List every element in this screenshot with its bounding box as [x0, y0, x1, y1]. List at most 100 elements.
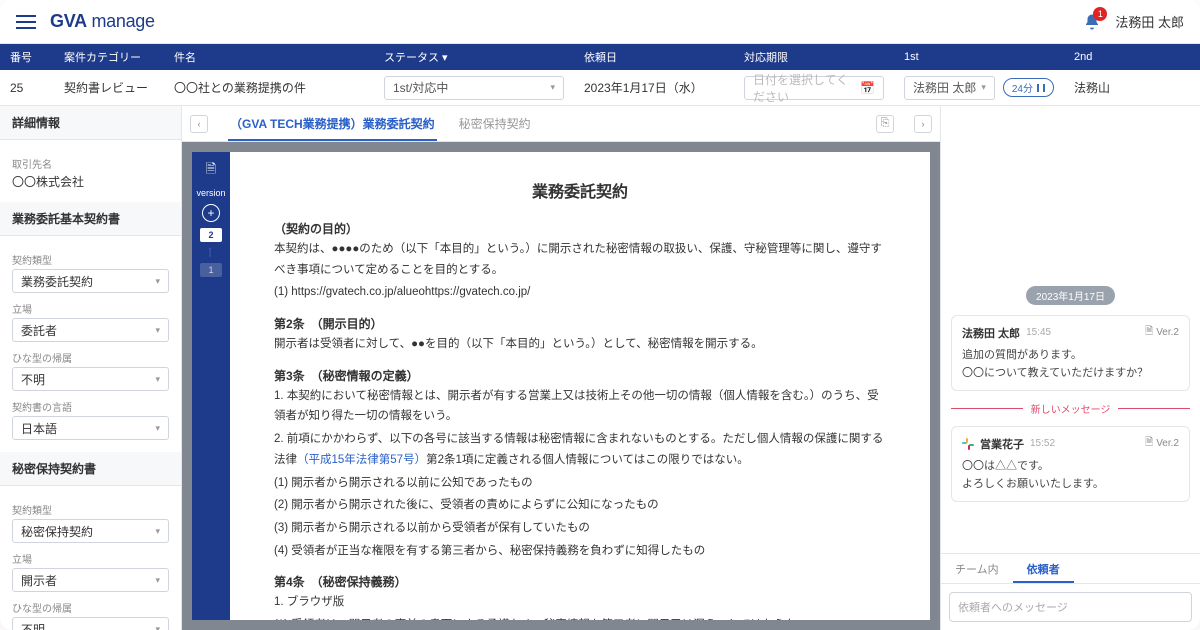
msg-body: 追加の質問があります。 〇〇について教えていただけますか？	[962, 347, 1179, 382]
field-type-label-2: 契約類型	[12, 502, 169, 517]
current-user[interactable]: 法務田 太郎	[1115, 12, 1184, 31]
doc-heading: 第4条 （秘密保持義務）	[274, 573, 886, 590]
version-1[interactable]: 1	[200, 263, 222, 277]
msg-version: 🗎Ver.2	[1145, 324, 1179, 341]
field-template-label: ひな型の帰属	[12, 350, 169, 365]
field-lang-label: 契約書の言語	[12, 399, 169, 414]
section1-title: 業務委託基本契約書	[0, 202, 181, 236]
menu-icon[interactable]	[16, 15, 36, 29]
doc-link[interactable]: （平成15年法律第57号）	[297, 454, 426, 466]
chat-tab-team[interactable]: チーム内	[941, 554, 1013, 583]
doc-title: 業務委託契約	[274, 178, 886, 202]
tab-doc-1[interactable]: （GVA TECH業務提携）業務委託契約	[228, 115, 437, 141]
col-second: 2nd	[1064, 51, 1200, 63]
chat-message[interactable]: 法務田 太郎 15:45 🗎Ver.2 追加の質問があります。 〇〇について教え…	[951, 315, 1190, 391]
doc-heading: （契約の目的）	[274, 220, 886, 237]
column-header-row: 番号 案件カテゴリー 件名 ステータス ▾ 依頼日 対応期限 1st 2nd	[0, 44, 1200, 70]
calendar-icon: 📅	[860, 81, 875, 95]
partner-label: 取引先名	[12, 156, 169, 171]
cell-number: 25	[0, 81, 54, 95]
chat-tab-requester[interactable]: 依頼者	[1013, 554, 1074, 583]
tab-prev-icon[interactable]: ‹	[190, 115, 208, 133]
doc-para: 2. 前項にかかわらず、以下の各号に該当する情報は秘密情報に含まれないものとする…	[274, 429, 886, 470]
field-template-label-2: ひな型の帰属	[12, 600, 169, 615]
add-version-button[interactable]: +	[202, 204, 220, 222]
msg-author: 営業花子	[980, 436, 1024, 452]
chat-date-pill: 2023年1月17日	[1026, 286, 1115, 305]
col-status[interactable]: ステータス ▾	[374, 49, 574, 65]
doc-para: (1) https://gvatech.co.jp/alueohttps://g…	[274, 282, 886, 303]
doc-para: (3) 開示者から開示される以前から受領者が保有していたもの	[274, 518, 886, 539]
first-assignee-select[interactable]: 法務田 太郎▾	[904, 76, 995, 100]
doc-heading: 第2条 （開示目的）	[274, 315, 886, 332]
file-icon: 🗎	[1145, 324, 1153, 341]
doc-para: 1. ブラウザ版	[274, 592, 886, 613]
position-select-2[interactable]: 開示者▾	[12, 568, 169, 592]
doc-para: (1) 開示者から開示される以前に公知であったもの	[274, 473, 886, 494]
chat-tabs: チーム内 依頼者	[941, 553, 1200, 583]
status-select[interactable]: 1st/対応中▾	[384, 76, 564, 100]
cell-category: 契約書レビュー	[54, 79, 164, 96]
msg-time: 15:45	[1026, 327, 1051, 338]
msg-body: 〇〇は△△です。 よろしくお願いいたします。	[962, 458, 1179, 493]
case-row[interactable]: 25 契約書レビュー 〇〇社との業務提携の件 1st/対応中▾ 2023年1月1…	[0, 70, 1200, 106]
doc-para: 1. 本契約において秘密情報とは、開示者が有する営業上又は技術上その他一切の情報…	[274, 386, 886, 427]
document-tabs: ‹ （GVA TECH業務提携）業務委託契約 秘密保持契約 ⎘ ›	[182, 106, 940, 142]
download-icon[interactable]: ⎘	[876, 115, 894, 133]
timer-chip[interactable]: 24分	[1003, 78, 1054, 97]
document-viewer[interactable]: 業務委託契約 （契約の目的） 本契約は、●●●●のため（以下「本目的」という。）…	[230, 152, 930, 620]
tab-next-icon[interactable]: ›	[914, 115, 932, 133]
col-number: 番号	[0, 49, 54, 65]
cell-second: 法務山	[1064, 79, 1200, 96]
lang-select-1[interactable]: 日本語▾	[12, 416, 169, 440]
doc-para: (4) 受領者が正当な権限を有する第三者から、秘密保持義務を負わずに知得したもの	[274, 541, 886, 562]
chat-input[interactable]: 依頼者へのメッセージ	[949, 592, 1192, 622]
field-position-label-2: 立場	[12, 551, 169, 566]
col-category: 案件カテゴリー	[54, 49, 164, 65]
notif-badge: 1	[1093, 7, 1107, 21]
template-select-1[interactable]: 不明▾	[12, 367, 169, 391]
version-dots: ┊	[208, 248, 215, 257]
doc-heading: 第3条 （秘密情報の定義）	[274, 367, 886, 384]
doc-para: (1) 受領者は、開示者の事前の書面による承諾なく、秘密情報を第三者に開示又は漏…	[274, 615, 886, 620]
doc-para: (2) 開示者から開示された後に、受領者の責めによらずに公知になったもの	[274, 495, 886, 516]
version-label: version	[196, 188, 225, 198]
cell-name: 〇〇社との業務提携の件	[164, 79, 374, 96]
msg-version: 🗎Ver.2	[1145, 435, 1179, 452]
pause-icon	[1037, 84, 1045, 92]
detail-title: 詳細情報	[0, 106, 181, 140]
left-sidebar: 詳細情報 取引先名 〇〇株式会社 業務委託基本契約書 契約類型 業務委託契約▾ …	[0, 106, 182, 630]
cell-request: 2023年1月17日（水）	[574, 79, 734, 96]
col-due: 対応期限	[734, 49, 894, 65]
msg-time: 15:52	[1030, 438, 1055, 449]
partner-value: 〇〇株式会社	[12, 173, 169, 190]
contract-type-select-1[interactable]: 業務委託契約▾	[12, 269, 169, 293]
tab-doc-2[interactable]: 秘密保持契約	[457, 115, 533, 132]
col-name: 件名	[164, 49, 374, 65]
brand-logo: GVA manage	[50, 11, 155, 32]
version-2[interactable]: 2	[200, 228, 222, 242]
slack-icon	[962, 438, 974, 450]
document-icon: 🗎	[206, 160, 216, 182]
right-sidebar: 2023年1月17日 法務田 太郎 15:45 🗎Ver.2 追加の質問がありま…	[940, 106, 1200, 630]
chat-message[interactable]: 営業花子 15:52 🗎Ver.2 〇〇は△△です。 よろしくお願いいたします。	[951, 426, 1190, 502]
bell-icon[interactable]: 1	[1083, 13, 1101, 31]
contract-type-select-2[interactable]: 秘密保持契約▾	[12, 519, 169, 543]
app-window: GVA manage 1 法務田 太郎 番号 案件カテゴリー 件名 ステータス …	[0, 0, 1200, 630]
field-position-label: 立場	[12, 301, 169, 316]
due-date-picker[interactable]: 日付を選択してください📅	[744, 76, 884, 100]
position-select-1[interactable]: 委託者▾	[12, 318, 169, 342]
msg-author: 法務田 太郎	[962, 325, 1020, 341]
col-request: 依頼日	[574, 49, 734, 65]
field-type-label: 契約類型	[12, 252, 169, 267]
center-pane: ‹ （GVA TECH業務提携）業務委託契約 秘密保持契約 ⎘ › 🗎 vers…	[182, 106, 940, 630]
col-first: 1st	[894, 51, 1064, 63]
doc-para: 開示者は受領者に対して、●●を目的（以下「本目的」という。）として、秘密情報を開…	[274, 334, 886, 355]
file-icon: 🗎	[1145, 435, 1153, 452]
doc-para: 本契約は、●●●●のため（以下「本目的」という。）に開示された秘密情報の取扱い、…	[274, 239, 886, 280]
section2-title: 秘密保持契約書	[0, 452, 181, 486]
version-rail: 🗎 version + 2 ┊ 1	[192, 152, 230, 620]
topbar: GVA manage 1 法務田 太郎	[0, 0, 1200, 44]
template-select-2[interactable]: 不明▾	[12, 617, 169, 630]
new-message-divider: 新しいメッセージ	[951, 401, 1190, 416]
